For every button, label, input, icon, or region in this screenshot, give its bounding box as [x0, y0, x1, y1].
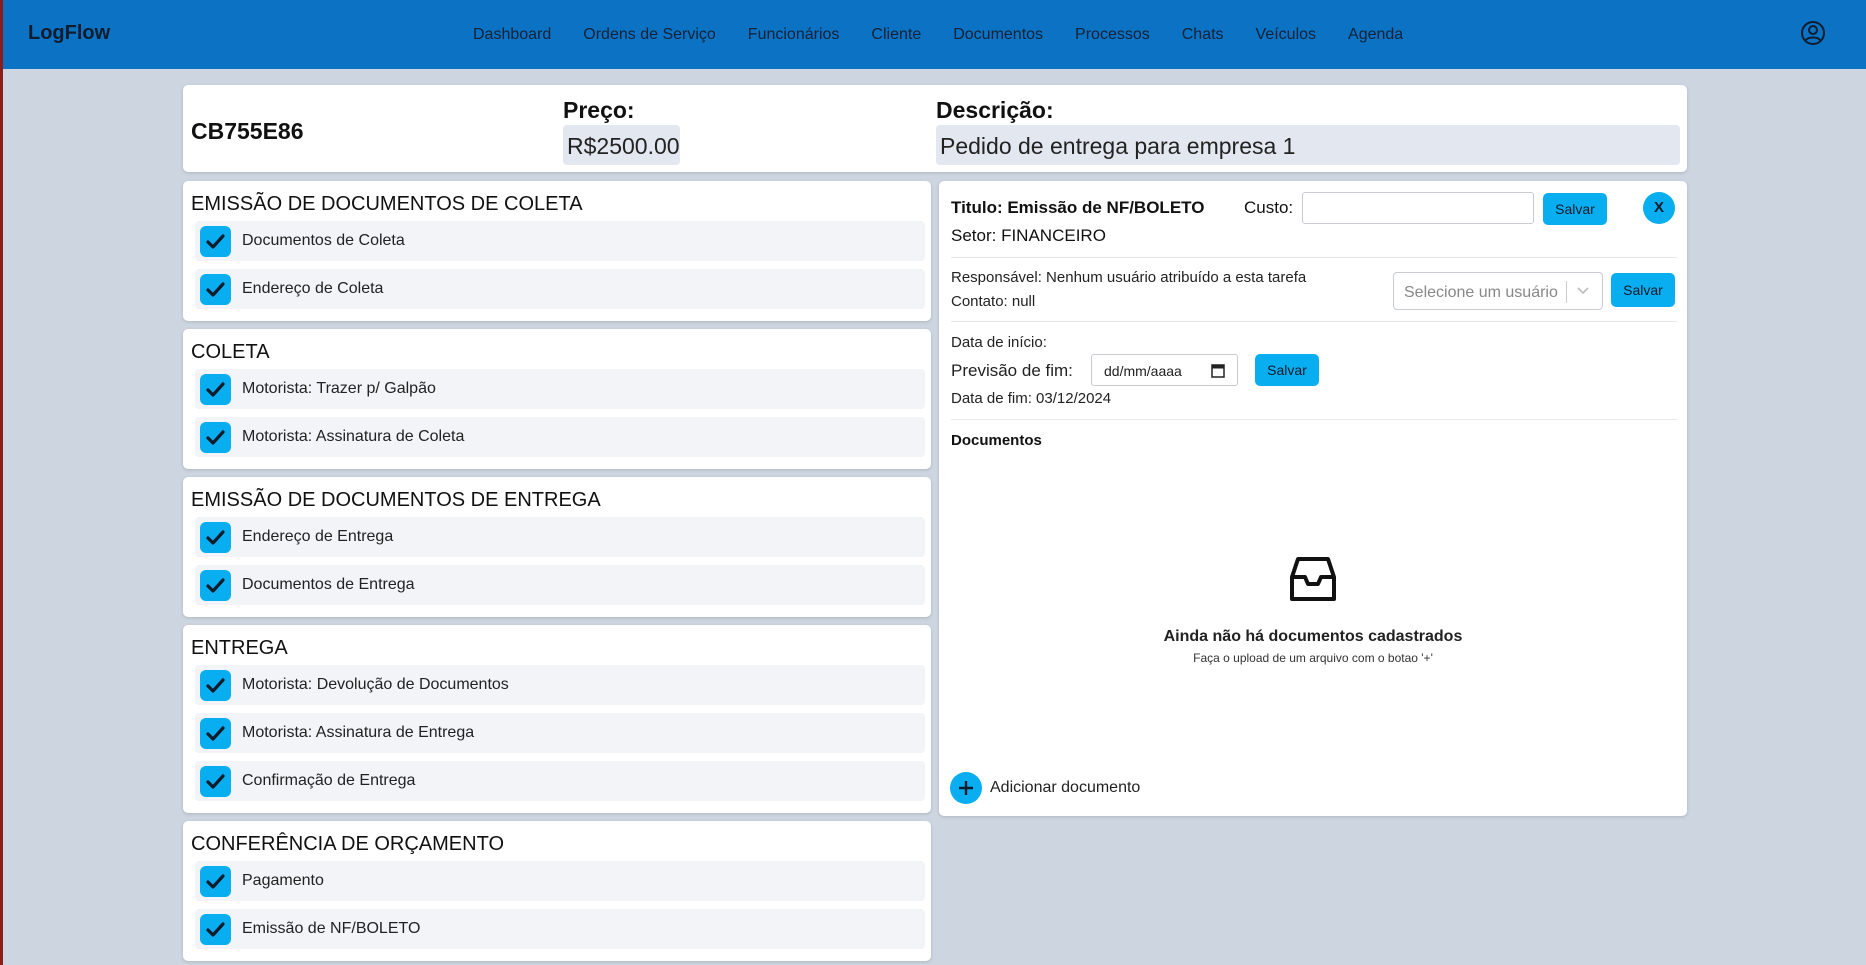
plus-icon — [959, 781, 973, 795]
nav-link-dashboard[interactable]: Dashboard — [473, 26, 551, 44]
save-previsao-button[interactable]: Salvar — [1255, 354, 1319, 386]
task-row[interactable]: Motorista: Assinatura de Coleta — [195, 417, 925, 457]
calendar-icon[interactable] — [1211, 363, 1225, 378]
task-label: Confirmação de Entrega — [242, 772, 416, 789]
price-field[interactable]: R$2500.00 — [563, 125, 680, 165]
task-label: Pagamento — [242, 872, 324, 889]
task-label: Motorista: Assinatura de Entrega — [242, 724, 475, 741]
custo-label: Custo: — [1244, 198, 1294, 217]
empty-state-subtitle: Faça o upload de um arquivo com o botao … — [1193, 651, 1433, 665]
nav-link-processos[interactable]: Processos — [1075, 26, 1150, 44]
nav-link-veiculos[interactable]: Veículos — [1256, 26, 1316, 44]
task-label: Emissão de NF/BOLETO — [242, 920, 421, 937]
task-row[interactable]: Endereço de Entrega — [195, 517, 925, 557]
data-inicio-text: Data de início: — [951, 334, 1047, 351]
task-detail-panel: Titulo: Emissão de NF/BOLETO Setor: FINA… — [939, 181, 1687, 816]
task-title: Titulo: Emissão de NF/BOLETO — [951, 198, 1205, 217]
task-label: Documentos de Entrega — [242, 576, 415, 593]
empty-state-title: Ainda não há documentos cadastrados — [1163, 628, 1463, 645]
task-row[interactable]: Motorista: Trazer p/ Galpão — [195, 369, 925, 409]
task-row[interactable]: Motorista: Assinatura de Entrega — [195, 713, 925, 753]
nav-link-chats[interactable]: Chats — [1182, 26, 1224, 44]
divider — [951, 257, 1677, 258]
task-label: Documentos de Coleta — [242, 232, 405, 249]
checkbox-checked-icon[interactable] — [200, 422, 231, 453]
custo-input[interactable] — [1302, 192, 1534, 224]
select-separator — [1566, 281, 1567, 303]
checkbox-checked-icon[interactable] — [200, 374, 231, 405]
previsao-label: Previsão de fim: — [951, 361, 1073, 380]
section-conferencia-orcamento: CONFERÊNCIA DE ORÇAMENTO Pagamento Emiss… — [183, 821, 931, 961]
section-title: COLETA — [191, 341, 270, 363]
data-fim-text: Data de fim: 03/12/2024 — [951, 390, 1112, 407]
window-edge — [0, 0, 3, 965]
order-header-card: CB755E86 Preço: R$2500.00 Descrição: Ped… — [183, 85, 1687, 172]
task-row[interactable]: Documentos de Entrega — [195, 565, 925, 605]
checkbox-checked-icon[interactable] — [200, 914, 231, 945]
order-code: CB755E86 — [191, 118, 304, 144]
responsavel-text: Responsável: Nenhum usuário atribuído a … — [951, 269, 1307, 286]
task-label: Motorista: Assinatura de Coleta — [242, 428, 465, 445]
top-navbar: LogFlow Dashboard Ordens de Serviço Func… — [3, 0, 1866, 69]
checkbox-checked-icon[interactable] — [200, 226, 231, 257]
nav-link-agenda[interactable]: Agenda — [1348, 26, 1403, 44]
task-row[interactable]: Pagamento — [195, 861, 925, 901]
add-document-button[interactable] — [950, 772, 982, 804]
divider — [951, 419, 1677, 420]
task-setor: Setor: FINANCEIRO — [951, 226, 1106, 245]
close-panel-button[interactable]: X — [1643, 192, 1675, 224]
divider — [951, 321, 1677, 322]
section-title: ENTREGA — [191, 637, 288, 659]
user-circle-icon[interactable] — [1800, 20, 1826, 46]
user-select[interactable]: Selecione um usuário — [1393, 272, 1603, 310]
task-row[interactable]: Confirmação de Entrega — [195, 761, 925, 801]
section-entrega: ENTREGA Motorista: Devolução de Document… — [183, 625, 931, 813]
nav-link-cliente[interactable]: Cliente — [871, 26, 921, 44]
checkbox-checked-icon[interactable] — [200, 522, 231, 553]
nav-links: Dashboard Ordens de Serviço Funcionários… — [473, 0, 1435, 69]
section-emissao-entrega: EMISSÃO DE DOCUMENTOS DE ENTREGA Endereç… — [183, 477, 931, 617]
add-document-label[interactable]: Adicionar documento — [990, 779, 1140, 797]
task-label: Endereço de Entrega — [242, 528, 394, 545]
date-placeholder: dd/mm/aaaa — [1104, 363, 1182, 379]
save-responsavel-button[interactable]: Salvar — [1611, 273, 1675, 307]
section-coleta: COLETA Motorista: Trazer p/ Galpão Motor… — [183, 329, 931, 469]
checkbox-checked-icon[interactable] — [200, 570, 231, 601]
task-row[interactable]: Endereço de Coleta — [195, 269, 925, 309]
chevron-down-icon — [1577, 287, 1589, 295]
task-row[interactable]: Motorista: Devolução de Documentos — [195, 665, 925, 705]
nav-link-documentos[interactable]: Documentos — [953, 26, 1043, 44]
checkbox-checked-icon[interactable] — [200, 718, 231, 749]
price-label: Preço: — [563, 97, 635, 123]
brand-logo[interactable]: LogFlow — [28, 22, 110, 45]
task-row[interactable]: Documentos de Coleta — [195, 221, 925, 261]
section-title: EMISSÃO DE DOCUMENTOS DE COLETA — [191, 193, 583, 215]
description-label: Descrição: — [936, 97, 1054, 123]
nav-link-ordens[interactable]: Ordens de Serviço — [583, 26, 716, 44]
description-field[interactable]: Pedido de entrega para empresa 1 — [936, 125, 1680, 165]
task-label: Motorista: Devolução de Documentos — [242, 676, 509, 693]
checkbox-checked-icon[interactable] — [200, 766, 231, 797]
task-row[interactable]: Emissão de NF/BOLETO — [195, 909, 925, 949]
checkbox-checked-icon[interactable] — [200, 670, 231, 701]
checkbox-checked-icon[interactable] — [200, 866, 231, 897]
user-select-placeholder: Selecione um usuário — [1404, 284, 1558, 301]
task-label: Motorista: Trazer p/ Galpão — [242, 380, 436, 397]
documentos-heading: Documentos — [951, 432, 1042, 449]
save-custo-button[interactable]: Salvar — [1543, 193, 1607, 225]
contato-text: Contato: null — [951, 293, 1036, 310]
nav-link-funcionarios[interactable]: Funcionários — [748, 26, 840, 44]
task-label: Endereço de Coleta — [242, 280, 384, 297]
previsao-date-input[interactable]: dd/mm/aaaa — [1091, 354, 1238, 386]
section-title: CONFERÊNCIA DE ORÇAMENTO — [191, 833, 504, 855]
section-emissao-coleta: EMISSÃO DE DOCUMENTOS DE COLETA Document… — [183, 181, 931, 321]
section-title: EMISSÃO DE DOCUMENTOS DE ENTREGA — [191, 489, 601, 511]
checkbox-checked-icon[interactable] — [200, 274, 231, 305]
inbox-icon — [1290, 557, 1336, 601]
